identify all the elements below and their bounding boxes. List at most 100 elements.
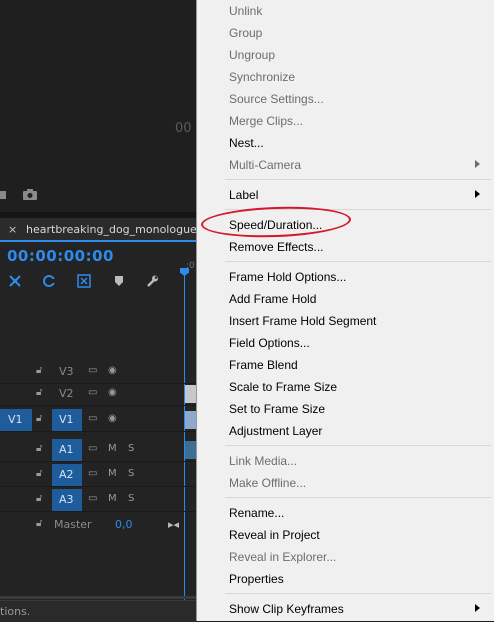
menu-separator xyxy=(225,261,491,262)
lock-icon[interactable]: 🔓︎ xyxy=(36,413,42,424)
menu-item-field-options[interactable]: Field Options... xyxy=(197,332,494,354)
menu-item-nest[interactable]: Nest... xyxy=(197,132,494,154)
snap-icon[interactable] xyxy=(8,274,22,287)
camera-icon[interactable] xyxy=(22,188,37,200)
menu-item-source-settings[interactable]: Source Settings... xyxy=(197,88,494,110)
lock-icon[interactable]: 🔓︎ xyxy=(36,468,42,479)
menu-item-ungroup[interactable]: Ungroup xyxy=(197,44,494,66)
playhead-timecode[interactable]: 00:00:00:00 xyxy=(7,247,114,265)
mute-button[interactable]: M xyxy=(108,443,117,454)
master-track-row: 🔓︎ Master 0,0 ▸◂ xyxy=(0,514,196,536)
clip-segment[interactable] xyxy=(185,385,196,403)
menu-item-rename[interactable]: Rename... xyxy=(197,502,494,524)
lock-icon[interactable]: 🔓︎ xyxy=(36,387,42,398)
menu-separator xyxy=(225,497,491,498)
menu-item-adjustment-layer[interactable]: Adjustment Layer xyxy=(197,420,494,442)
eye-icon[interactable]: ◉ xyxy=(108,365,117,376)
menu-item-reveal-in-project[interactable]: Reveal in Project xyxy=(197,524,494,546)
horizontal-scrollbar[interactable] xyxy=(0,596,196,599)
menu-item-frame-hold-options[interactable]: Frame Hold Options... xyxy=(197,266,494,288)
linked-selection-icon[interactable] xyxy=(42,274,56,287)
menu-item-frame-blend[interactable]: Frame Blend xyxy=(197,354,494,376)
track-row-v2: 🔓︎ V2 ▭ ◉ xyxy=(0,383,196,406)
submenu-arrow-icon xyxy=(475,604,480,612)
mute-button[interactable]: M xyxy=(108,493,117,504)
solo-button[interactable]: S xyxy=(128,443,134,454)
status-text: tions. xyxy=(0,605,31,618)
menu-item-multi-camera[interactable]: Multi-Camera xyxy=(197,154,494,176)
menu-separator xyxy=(225,593,491,594)
toggle-sync-icon[interactable]: ▭ xyxy=(88,468,97,479)
track-row-a3: 🔓︎ A3 ▭ M S xyxy=(0,489,196,512)
track-target[interactable]: A2 xyxy=(52,464,82,486)
menu-item-unlink[interactable]: Unlink xyxy=(197,0,494,22)
menu-item-merge-clips[interactable]: Merge Clips... xyxy=(197,110,494,132)
master-label: Master xyxy=(54,518,92,531)
track-target[interactable]: V2 xyxy=(52,383,82,405)
submenu-arrow-icon xyxy=(475,190,480,198)
clip-context-menu: Unlink Group Ungroup Synchronize Source … xyxy=(196,0,494,621)
menu-separator xyxy=(225,179,491,180)
track-target[interactable]: V1 xyxy=(52,409,82,431)
mute-button[interactable]: M xyxy=(108,468,117,479)
menu-item-set-to-frame-size[interactable]: Set to Frame Size xyxy=(197,398,494,420)
clip-segment[interactable] xyxy=(185,441,196,459)
go-to-end-icon[interactable]: ▸◂ xyxy=(168,518,179,531)
menu-item-insert-frame-hold-segment[interactable]: Insert Frame Hold Segment xyxy=(197,310,494,332)
lock-icon[interactable]: 🔓︎ xyxy=(36,443,42,454)
source-patch[interactable] xyxy=(0,361,32,383)
menu-item-label[interactable]: Label xyxy=(197,184,494,206)
source-patch[interactable] xyxy=(0,439,32,461)
close-tab-icon[interactable]: × xyxy=(8,223,17,236)
settings-icon[interactable] xyxy=(0,188,14,200)
track-target[interactable]: A3 xyxy=(52,489,82,511)
submenu-arrow-icon xyxy=(475,160,480,168)
lock-icon[interactable]: 🔓︎ xyxy=(36,365,42,376)
menu-item-link-media[interactable]: Link Media... xyxy=(197,450,494,472)
sequence-name: heartbreaking_dog_monologue xyxy=(26,223,197,236)
menu-item-add-frame-hold[interactable]: Add Frame Hold xyxy=(197,288,494,310)
toggle-sync-icon[interactable]: ▭ xyxy=(88,413,97,424)
track-row-a1: 🔓︎ A1 ▭ M S xyxy=(0,439,196,462)
wrench-icon[interactable] xyxy=(145,274,159,287)
menu-item-synchronize[interactable]: Synchronize xyxy=(197,66,494,88)
lock-icon[interactable]: 🔓︎ xyxy=(36,518,42,529)
toggle-sync-icon[interactable]: ▭ xyxy=(88,493,97,504)
toggle-sync-icon[interactable]: ▭ xyxy=(88,365,97,376)
timeline-panel: × heartbreaking_dog_monologue 00:00:00:0… xyxy=(0,218,197,621)
timeline-tab[interactable]: × heartbreaking_dog_monologue xyxy=(0,218,197,242)
source-patch[interactable] xyxy=(0,489,32,511)
menu-item-properties[interactable]: Properties xyxy=(197,568,494,590)
master-volume[interactable]: 0,0 xyxy=(115,518,133,531)
track-row-v3: 🔓︎ V3 ▭ ◉ xyxy=(0,361,196,384)
monitor-timecode: 00 xyxy=(175,121,192,136)
track-target[interactable]: V3 xyxy=(52,361,82,383)
menu-separator xyxy=(225,445,491,446)
track-target[interactable]: A1 xyxy=(52,439,82,461)
timeline-toolbar xyxy=(0,271,196,291)
eye-icon[interactable]: ◉ xyxy=(108,413,117,424)
toggle-sync-icon[interactable]: ▭ xyxy=(88,387,97,398)
monitor-toolbar xyxy=(0,186,196,204)
menu-item-remove-effects[interactable]: Remove Effects... xyxy=(197,236,494,258)
menu-item-scale-to-frame-size[interactable]: Scale to Frame Size xyxy=(197,376,494,398)
solo-button[interactable]: S xyxy=(128,468,134,479)
menu-item-group[interactable]: Group xyxy=(197,22,494,44)
lock-icon[interactable]: 🔓︎ xyxy=(36,493,42,504)
eye-icon[interactable]: ◉ xyxy=(108,387,117,398)
clip-segment[interactable] xyxy=(185,411,196,429)
source-patch[interactable] xyxy=(0,464,32,486)
source-patch[interactable] xyxy=(0,383,32,405)
track-row-a2: 🔓︎ A2 ▭ M S xyxy=(0,464,196,487)
toggle-sync-icon[interactable]: ▭ xyxy=(88,443,97,454)
active-tab-indicator xyxy=(0,240,196,242)
menu-item-reveal-in-explorer[interactable]: Reveal in Explorer... xyxy=(197,546,494,568)
menu-item-make-offline[interactable]: Make Offline... xyxy=(197,472,494,494)
menu-item-show-clip-keyframes[interactable]: Show Clip Keyframes xyxy=(197,598,494,620)
solo-button[interactable]: S xyxy=(128,493,134,504)
program-monitor: 00 xyxy=(0,0,196,212)
marker-icon[interactable] xyxy=(113,274,127,286)
source-patch[interactable]: V1 xyxy=(0,409,32,431)
track-row-v1: V1 🔓︎ V1 ▭ ◉ xyxy=(0,409,196,432)
add-marker-mode-icon[interactable] xyxy=(77,274,91,288)
